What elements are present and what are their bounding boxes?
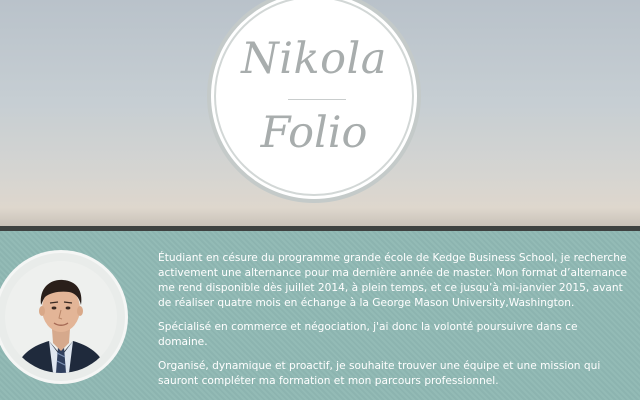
bio-text: Étudiant en césure du programme grande é… (158, 251, 630, 398)
portrait-image (5, 261, 117, 373)
logo-second-name: Folio (260, 108, 368, 158)
bio-paragraph-2: Spécialisé en commerce et négociation, j… (158, 321, 578, 348)
logo-first-name: Nikola (241, 34, 387, 84)
hero-banner: Nikola Folio (0, 0, 640, 226)
profile-photo (0, 253, 125, 381)
bio-paragraph-3: Organisé, dynamique et proactif, je souh… (158, 360, 601, 387)
site-logo[interactable]: Nikola Folio (214, 0, 414, 196)
about-section: Étudiant en césure du programme grande é… (0, 231, 640, 400)
logo-divider (288, 99, 346, 100)
bio-paragraph-1: Étudiant en césure du programme grande é… (158, 252, 628, 309)
